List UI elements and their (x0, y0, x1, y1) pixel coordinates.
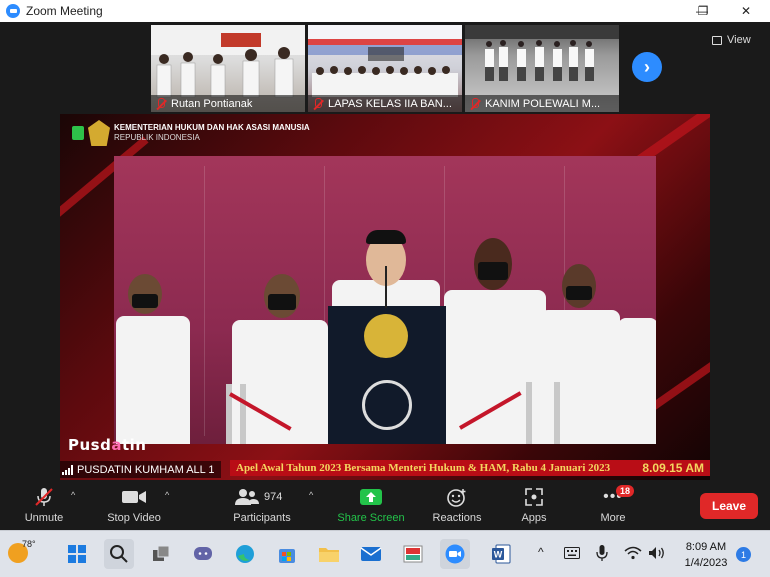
attendee (614, 304, 656, 444)
word-button[interactable]: W (486, 539, 516, 569)
participant-count: 974 (264, 491, 283, 503)
task-view-button[interactable] (146, 539, 176, 569)
attendee (114, 264, 194, 444)
chat-button[interactable] (188, 539, 218, 569)
photos-button[interactable] (398, 539, 428, 569)
reactions-button[interactable]: Reactions (428, 484, 486, 530)
search-button[interactable] (104, 539, 134, 569)
share-screen-icon (360, 489, 382, 505)
muted-mic-icon (155, 97, 167, 110)
participant-thumbnail[interactable]: LAPAS KELAS IIA BAN... (308, 25, 462, 112)
chevron-right-icon: › (644, 56, 650, 77)
apps-button[interactable]: Apps (512, 484, 556, 530)
active-speaker-video: KEMENTERIAN HUKUM DAN HAK ASASI MANUSIA … (60, 114, 710, 480)
edge-button[interactable] (230, 539, 260, 569)
taskbar-clock[interactable]: 8:09 AM 1/4/2023 (678, 539, 734, 571)
pusdatin-logo: Pusdatin (68, 436, 147, 454)
signal-strength-icon (62, 464, 73, 475)
grid-view-icon (712, 35, 722, 45)
emoji-reaction-icon (447, 489, 466, 507)
temperature: 78° (22, 539, 36, 549)
ministry-name: KEMENTERIAN HUKUM DAN HAK ASASI MANUSIA (114, 123, 310, 132)
thumbnail-label: LAPAS KELAS IIA BAN... (308, 95, 462, 112)
volume-icon[interactable] (648, 546, 666, 560)
word-app-icon: W (492, 544, 511, 564)
meeting-stage: Rutan Pontianak LAPAS KELAS IIA BAN... K… (0, 22, 770, 484)
photo-viewer-icon (403, 545, 423, 563)
show-hidden-icons-chevron-icon[interactable]: ^ (538, 545, 544, 559)
zoom-logo-icon (6, 4, 20, 18)
task-view-icon (153, 545, 170, 561)
microphone-icon (385, 266, 387, 308)
broadcast-clock: 8.09.15 AM (642, 461, 704, 475)
shield-check-icon (72, 126, 84, 140)
view-button[interactable]: View (712, 34, 751, 46)
ministry-header: KEMENTERIAN HUKUM DAN HAK ASASI MANUSIA … (72, 120, 310, 146)
clock-date: 1/4/2023 (684, 557, 728, 569)
stop-video-button[interactable]: Stop Video (102, 484, 166, 530)
svg-text:W: W (494, 550, 503, 560)
mail-button[interactable] (356, 539, 386, 569)
podium (328, 266, 446, 444)
file-explorer-button[interactable] (314, 539, 344, 569)
thumbnail-label: Rutan Pontianak (151, 95, 305, 112)
edge-browser-icon (236, 545, 254, 563)
participants-button[interactable]: 974 Participants (228, 484, 296, 530)
maximize-button[interactable]: ❐ (681, 0, 725, 22)
windows-logo-icon (68, 545, 86, 563)
zoom-taskbar-button[interactable] (440, 539, 470, 569)
wifi-icon[interactable] (624, 546, 642, 560)
meeting-controls: Unmute ^ Stop Video ^ 974 Participants ^… (0, 484, 770, 530)
ministry-emblem-icon (88, 120, 110, 146)
audio-options-caret[interactable]: ^ (71, 490, 75, 500)
video-camera-icon (122, 491, 146, 503)
participant-thumbnail[interactable]: KANIM POLEWALI M... (465, 25, 619, 112)
video-options-caret[interactable]: ^ (165, 490, 169, 500)
microphone-muted-icon (35, 488, 53, 506)
participants-icon (235, 489, 259, 505)
more-button[interactable]: ••• 18 More (592, 484, 635, 530)
share-screen-button[interactable]: Share Screen (334, 484, 408, 530)
start-button[interactable] (62, 539, 92, 569)
unmute-button[interactable]: Unmute (18, 484, 70, 530)
speaker-name-tag: PUSDATIN KUMHAM ALL 1 (60, 461, 221, 478)
microsoft-store-icon (279, 549, 295, 563)
next-page-button[interactable]: › (632, 52, 662, 82)
muted-mic-icon (469, 97, 481, 110)
folder-icon (319, 548, 339, 562)
more-notification-badge: 18 (616, 485, 635, 497)
participant-thumbnail[interactable]: Rutan Pontianak (151, 25, 305, 112)
apps-icon (525, 488, 543, 506)
attendee (232, 274, 328, 444)
close-button[interactable]: ✕ (724, 0, 768, 22)
clock-time: 8:09 AM (685, 541, 727, 553)
teams-chat-icon (194, 547, 212, 560)
ministry-country: REPUBLIK INDONESIA (114, 133, 200, 142)
window-title: Zoom Meeting (26, 4, 103, 18)
notification-badge[interactable]: 1 (736, 547, 751, 562)
news-ticker: Apel Awal Tahun 2023 Bersama Menteri Huk… (230, 460, 710, 476)
leave-button[interactable]: Leave (700, 493, 758, 519)
muted-mic-icon (312, 97, 324, 110)
zoom-app-icon (445, 544, 465, 564)
zoom-window: Zoom Meeting — ❐ ✕ Rutan Pontianak LAPAS… (0, 0, 770, 577)
title-bar: Zoom Meeting — ❐ ✕ (0, 0, 770, 22)
search-icon (110, 545, 128, 563)
attendee (540, 264, 620, 444)
store-button[interactable] (272, 539, 302, 569)
windows-taskbar: 78° W ^ 8:09 AM 1/4/2023 1 (0, 530, 770, 577)
microphone-tray-icon[interactable] (596, 544, 608, 562)
mail-icon (360, 547, 382, 561)
participants-options-caret[interactable]: ^ (309, 490, 313, 500)
ceremony-scene (114, 156, 656, 444)
keyboard-icon[interactable] (564, 547, 580, 559)
thumbnail-label: KANIM POLEWALI M... (465, 95, 619, 112)
weather-widget[interactable]: 78° (8, 539, 36, 563)
